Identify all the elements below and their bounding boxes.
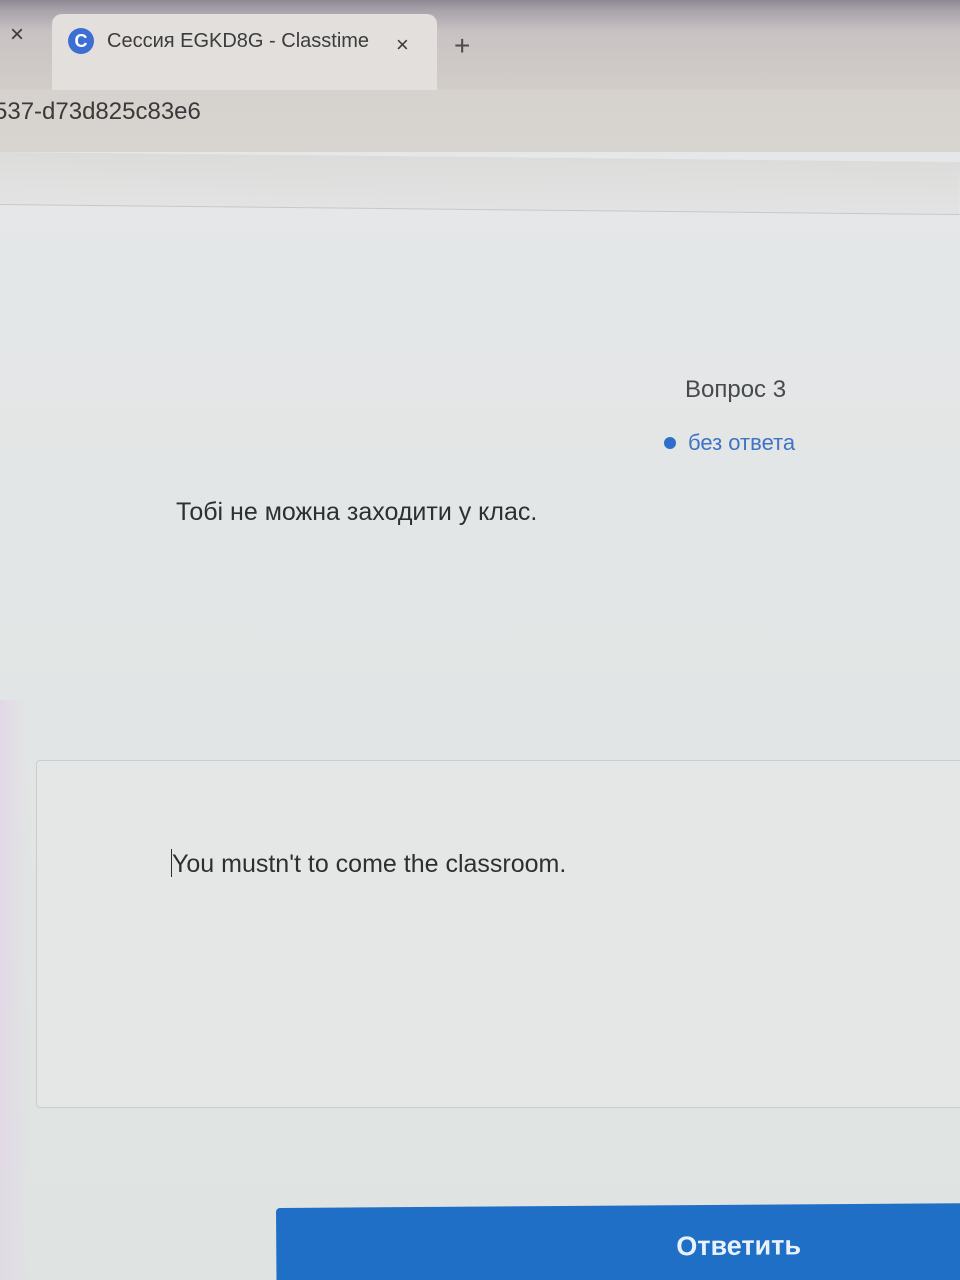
question-number: Вопрос 3 xyxy=(685,376,787,403)
close-icon[interactable]: × xyxy=(396,34,409,56)
tab-classtime-session[interactable]: C Сессия EGKD8G - Classtime × xyxy=(52,14,437,90)
app-header xyxy=(0,152,960,216)
new-tab-icon[interactable]: + xyxy=(454,32,470,60)
url-text: 537-d73d825c83e6 xyxy=(0,98,201,125)
status-label: без ответа xyxy=(688,430,796,455)
browser-tab-strip: × C Сессия EGKD8G - Classtime × + xyxy=(0,0,960,90)
submit-button[interactable]: Ответить xyxy=(276,1203,960,1280)
submit-button-label: Ответить xyxy=(676,1230,802,1262)
answer-value-line: You mustn't to come the classroom. xyxy=(171,849,566,879)
screen-glare xyxy=(0,700,30,1280)
status-dot-icon xyxy=(664,437,676,449)
answer-input[interactable]: You mustn't to come the classroom. xyxy=(36,760,960,1108)
answer-value: You mustn't to come the classroom. xyxy=(172,850,567,878)
question-prompt: Тобі не можна заходити у клас. xyxy=(176,498,538,526)
classtime-favicon-icon: C xyxy=(68,28,94,54)
close-icon[interactable]: × xyxy=(6,22,28,48)
answer-status: без ответа xyxy=(664,430,795,456)
tab-title: Сессия EGKD8G - Classtime xyxy=(107,30,370,52)
page: × C Сессия EGKD8G - Classtime × + 537-d7… xyxy=(0,0,960,1280)
address-bar[interactable]: 537-d73d825c83e6 xyxy=(0,90,960,152)
